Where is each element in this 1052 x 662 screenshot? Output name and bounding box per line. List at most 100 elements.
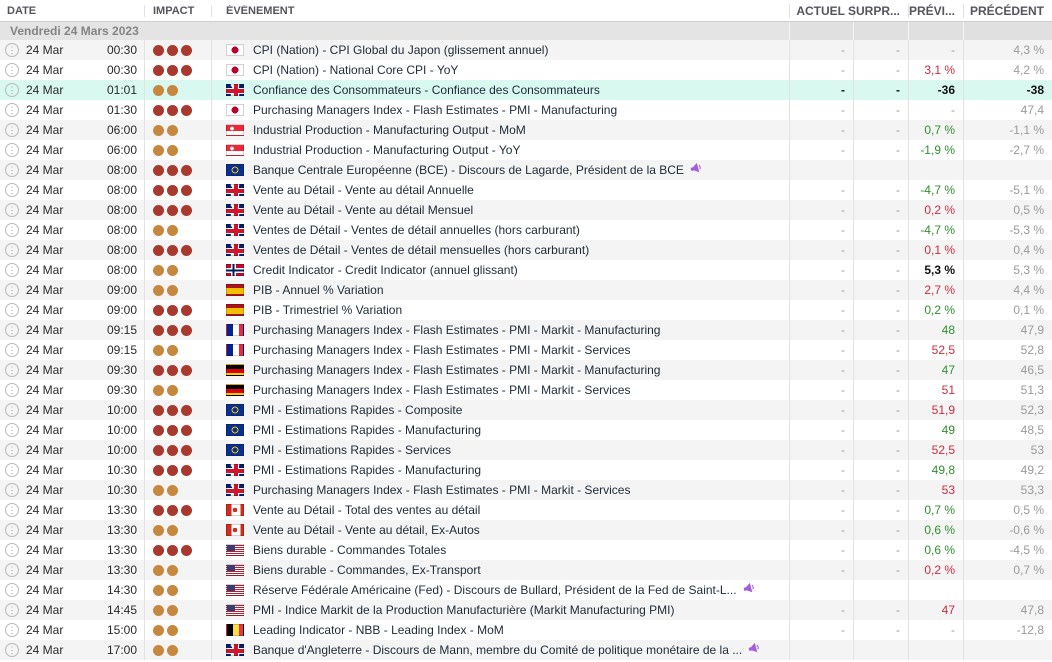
info-icon[interactable]: ⋮: [5, 483, 19, 497]
table-row[interactable]: ⋮ 24 Mar 15:00 Leading Indicator - NBB -…: [0, 620, 1052, 640]
table-row[interactable]: ⋮ 24 Mar 00:30 CPI (Nation) - National C…: [0, 60, 1052, 80]
info-icon[interactable]: ⋮: [5, 363, 19, 377]
forecast-value: 0,2 %: [908, 200, 963, 220]
impact-indicator: [144, 140, 211, 160]
table-row[interactable]: ⋮ 24 Mar 09:00 PIB - Trimestriel % Varia…: [0, 300, 1052, 320]
table-row[interactable]: ⋮ 24 Mar 14:30 Réserve Fédérale Américai…: [0, 580, 1052, 600]
info-icon[interactable]: ⋮: [5, 383, 19, 397]
info-icon[interactable]: ⋮: [5, 183, 19, 197]
info-icon[interactable]: ⋮: [5, 123, 19, 137]
info-icon[interactable]: ⋮: [5, 543, 19, 557]
table-row[interactable]: ⋮ 24 Mar 06:00 Industrial Production - M…: [0, 120, 1052, 140]
gb-flag-icon: [226, 184, 244, 196]
impact-dot-high: [181, 504, 192, 516]
column-header-surprise[interactable]: SURPR...: [848, 3, 908, 18]
info-icon[interactable]: ⋮: [5, 163, 19, 177]
actual-value: -: [789, 560, 853, 580]
actual-value: -: [789, 500, 853, 520]
info-icon[interactable]: ⋮: [5, 83, 19, 97]
impact-dot-medium: [153, 144, 164, 156]
info-icon[interactable]: ⋮: [5, 103, 19, 117]
table-row[interactable]: ⋮ 24 Mar 08:00 Ventes de Détail - Ventes…: [0, 240, 1052, 260]
forecast-value: -36: [908, 80, 963, 100]
table-row[interactable]: ⋮ 24 Mar 14:45 PMI - Indice Markit de la…: [0, 600, 1052, 620]
forecast-value: 51,9: [908, 400, 963, 420]
impact-dot-medium: [153, 344, 164, 356]
table-row[interactable]: ⋮ 24 Mar 09:15 Purchasing Managers Index…: [0, 340, 1052, 360]
impact-dot-high: [181, 244, 192, 256]
info-icon[interactable]: ⋮: [5, 523, 19, 537]
table-row[interactable]: ⋮ 24 Mar 08:00 Vente au Détail - Vente a…: [0, 180, 1052, 200]
table-row[interactable]: ⋮ 24 Mar 13:30 Biens durable - Commandes…: [0, 540, 1052, 560]
column-header-date[interactable]: DATE: [0, 5, 144, 17]
info-icon[interactable]: ⋮: [5, 463, 19, 477]
eu-flag-icon: [226, 404, 244, 416]
impact-indicator: [144, 420, 211, 440]
impact-dot-high: [167, 184, 178, 196]
info-icon[interactable]: ⋮: [5, 503, 19, 517]
table-row[interactable]: ⋮ 24 Mar 10:30 Purchasing Managers Index…: [0, 480, 1052, 500]
table-row[interactable]: ⋮ 24 Mar 17:00 Banque d'Angleterre - Dis…: [0, 640, 1052, 660]
info-icon[interactable]: ⋮: [5, 223, 19, 237]
event-name: Industrial Production - Manufacturing Ou…: [253, 123, 526, 137]
impact-dot-high: [181, 64, 192, 76]
row-time: 17:00: [106, 643, 137, 657]
info-icon[interactable]: ⋮: [5, 43, 19, 57]
table-row[interactable]: ⋮ 24 Mar 08:00 Vente au Détail - Vente a…: [0, 200, 1052, 220]
forecast-value: [908, 640, 963, 660]
column-header-impact[interactable]: IMPACT: [144, 4, 211, 17]
table-row[interactable]: ⋮ 24 Mar 06:00 Industrial Production - M…: [0, 140, 1052, 160]
column-header-previous[interactable]: PRÉCÉDENT: [963, 3, 1052, 18]
info-icon[interactable]: ⋮: [5, 323, 19, 337]
info-icon[interactable]: ⋮: [5, 423, 19, 437]
table-row[interactable]: ⋮ 24 Mar 10:00 PMI - Estimations Rapides…: [0, 420, 1052, 440]
table-row[interactable]: ⋮ 24 Mar 09:30 Purchasing Managers Index…: [0, 380, 1052, 400]
info-icon[interactable]: ⋮: [5, 143, 19, 157]
table-row[interactable]: ⋮ 24 Mar 00:30 CPI (Nation) - CPI Global…: [0, 40, 1052, 60]
info-icon[interactable]: ⋮: [5, 443, 19, 457]
row-date: 24 Mar: [26, 523, 64, 537]
info-icon[interactable]: ⋮: [5, 203, 19, 217]
info-icon[interactable]: ⋮: [5, 583, 19, 597]
impact-dot-high: [181, 364, 192, 376]
actual-value: -: [789, 240, 853, 260]
table-row[interactable]: ⋮ 24 Mar 09:00 PIB - Annuel % Variation …: [0, 280, 1052, 300]
surprise-value: -: [853, 320, 908, 340]
table-row[interactable]: ⋮ 24 Mar 10:00 PMI - Estimations Rapides…: [0, 440, 1052, 460]
info-icon[interactable]: ⋮: [5, 63, 19, 77]
table-row[interactable]: ⋮ 24 Mar 01:01 Confiance des Consommateu…: [0, 80, 1052, 100]
table-row[interactable]: ⋮ 24 Mar 09:15 Purchasing Managers Index…: [0, 320, 1052, 340]
table-row[interactable]: ⋮ 24 Mar 10:30 PMI - Estimations Rapides…: [0, 460, 1052, 480]
previous-value: -1,1 %: [963, 120, 1052, 140]
column-header-event[interactable]: ÉVÉNEMENT: [211, 4, 789, 17]
table-row[interactable]: ⋮ 24 Mar 01:30 Purchasing Managers Index…: [0, 100, 1052, 120]
info-icon[interactable]: ⋮: [5, 623, 19, 637]
info-icon[interactable]: ⋮: [5, 563, 19, 577]
info-icon[interactable]: ⋮: [5, 283, 19, 297]
table-row[interactable]: ⋮ 24 Mar 13:30 Vente au Détail - Vente a…: [0, 520, 1052, 540]
table-row[interactable]: ⋮ 24 Mar 10:00 PMI - Estimations Rapides…: [0, 400, 1052, 420]
table-row[interactable]: ⋮ 24 Mar 08:00 Banque Centrale Européenn…: [0, 160, 1052, 180]
info-icon[interactable]: ⋮: [5, 243, 19, 257]
table-row[interactable]: ⋮ 24 Mar 13:30 Biens durable - Commandes…: [0, 560, 1052, 580]
table-row[interactable]: ⋮ 24 Mar 09:30 Purchasing Managers Index…: [0, 360, 1052, 380]
impact-indicator: [144, 300, 211, 320]
jp-flag-icon: [226, 44, 244, 56]
info-icon[interactable]: ⋮: [5, 303, 19, 317]
previous-value: 0,1 %: [963, 300, 1052, 320]
impact-indicator: [144, 80, 211, 100]
impact-dot-high: [167, 244, 178, 256]
impact-indicator: [144, 120, 211, 140]
table-row[interactable]: ⋮ 24 Mar 08:00 Credit Indicator - Credit…: [0, 260, 1052, 280]
info-icon[interactable]: ⋮: [5, 263, 19, 277]
event-name: CPI (Nation) - CPI Global du Japon (glis…: [253, 43, 549, 57]
info-icon[interactable]: ⋮: [5, 643, 19, 657]
table-row[interactable]: ⋮ 24 Mar 13:30 Vente au Détail - Total d…: [0, 500, 1052, 520]
info-icon[interactable]: ⋮: [5, 603, 19, 617]
info-icon[interactable]: ⋮: [5, 403, 19, 417]
column-header-actual[interactable]: ACTUEL: [789, 3, 853, 18]
table-row[interactable]: ⋮ 24 Mar 08:00 Ventes de Détail - Ventes…: [0, 220, 1052, 240]
column-header-forecast[interactable]: PRÉVI...: [908, 3, 963, 18]
info-icon[interactable]: ⋮: [5, 343, 19, 357]
previous-value: 5,3 %: [963, 260, 1052, 280]
